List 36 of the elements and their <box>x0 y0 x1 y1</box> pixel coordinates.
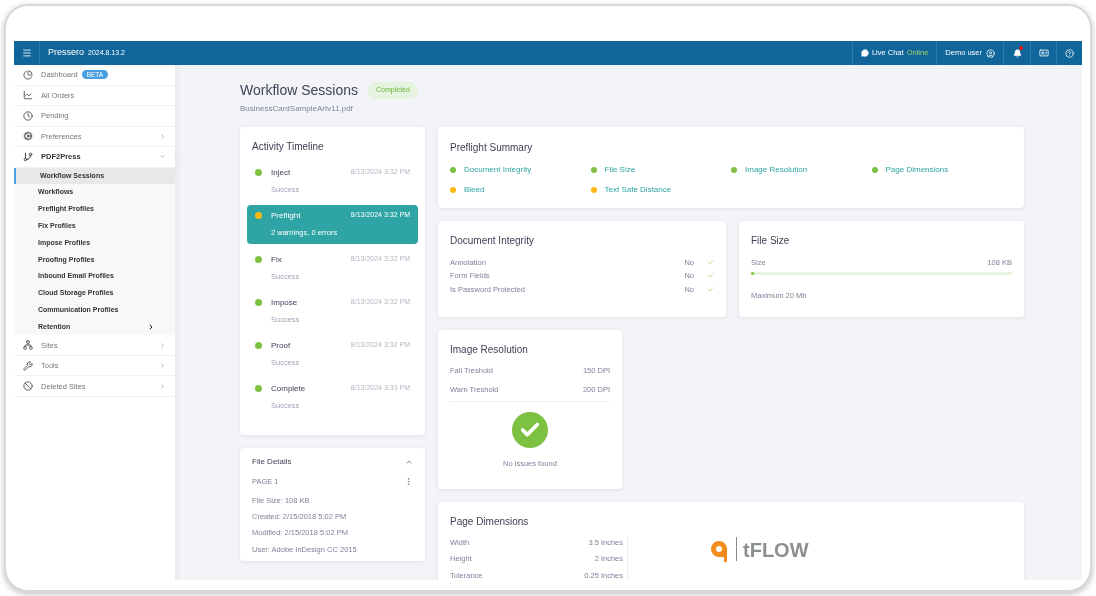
chevron-right-icon <box>159 382 166 390</box>
step-name: Complete <box>271 383 306 396</box>
step-name: Preflight <box>271 210 301 223</box>
step-name: Impose <box>271 296 298 309</box>
id-card-icon <box>1038 48 1049 58</box>
brand-name: Pressero <box>48 46 84 60</box>
chat-bubble-icon <box>860 49 869 57</box>
user-icon <box>986 48 995 58</box>
card-title: Image Resolution <box>450 343 529 358</box>
step-name: Inject <box>271 167 291 179</box>
line-chart-icon <box>23 90 33 101</box>
step-name: Fix <box>271 253 282 266</box>
chevron-right-icon <box>159 341 166 349</box>
help-icon <box>1065 48 1074 58</box>
logo-text: tFLOW <box>743 538 809 563</box>
card-title: Document Integrity <box>450 234 535 248</box>
card-title: Preflight Summary <box>450 141 534 155</box>
chevron-down-icon <box>159 153 166 161</box>
menu-icon <box>21 48 32 58</box>
chevron-right-icon <box>159 362 166 370</box>
clock-icon <box>23 110 33 121</box>
page-title: Workflow Sessions <box>240 81 358 100</box>
wrench-icon <box>23 360 33 371</box>
step-name: Proof <box>271 340 291 352</box>
bell-icon <box>1012 48 1022 58</box>
chevron-right-icon <box>159 132 166 140</box>
branch-icon <box>23 151 33 162</box>
card-title: Page Dimensions <box>450 515 530 529</box>
prohibited-icon <box>23 381 33 392</box>
pie-chart-icon <box>23 69 33 80</box>
card-title: Activity Timeline <box>252 140 325 154</box>
more-options-icon <box>404 476 413 486</box>
file-name: BusinessCardSampleArtv11.pdf <box>240 103 354 115</box>
card-title: File Size <box>751 234 791 248</box>
hierarchy-icon <box>23 340 33 351</box>
card-title: File Details <box>252 455 292 468</box>
